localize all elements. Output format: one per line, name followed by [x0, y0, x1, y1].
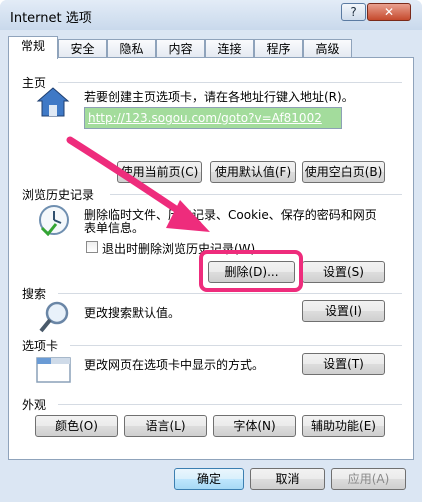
- title-bar: Internet 选项 ? ✕: [0, 0, 422, 30]
- colors-button[interactable]: 颜色(O): [35, 415, 118, 437]
- tabs-section-title: 选项卡: [22, 339, 59, 353]
- fonts-button[interactable]: 字体(N): [213, 415, 296, 437]
- tabs-settings-button[interactable]: 设置(T): [302, 353, 385, 375]
- search-description: 更改搜索默认值。: [84, 306, 181, 320]
- tabs-divider: [70, 345, 402, 346]
- tabs-description: 更改网页在选项卡中显示的方式。: [84, 358, 265, 372]
- close-icon: ✕: [383, 5, 395, 19]
- history-settings-button[interactable]: 设置(S): [302, 261, 385, 283]
- apply-button[interactable]: 应用(A): [331, 468, 406, 490]
- search-settings-button[interactable]: 设置(I): [302, 300, 385, 322]
- home-divider: [58, 82, 402, 83]
- history-icon: [39, 205, 69, 236]
- search-divider: [58, 293, 402, 294]
- home-description: 若要创建主页选项卡，请在各地址行键入地址(R)。: [84, 90, 354, 104]
- use-default-button[interactable]: 使用默认值(F): [210, 161, 296, 183]
- window-title: Internet 选项: [10, 11, 92, 26]
- use-blank-button[interactable]: 使用空白页(B): [302, 161, 385, 183]
- tab-advanced[interactable]: 高级: [303, 39, 352, 58]
- highlight-annotation: [199, 250, 303, 292]
- close-button[interactable]: ✕: [367, 3, 411, 21]
- languages-button[interactable]: 语言(L): [124, 415, 207, 437]
- history-section-title: 浏览历史记录: [22, 188, 95, 202]
- accessibility-button[interactable]: 辅助功能(E): [302, 415, 385, 437]
- home-icon: [36, 87, 70, 117]
- use-current-button[interactable]: 使用当前页(C): [117, 161, 202, 183]
- help-icon: ?: [350, 5, 357, 19]
- tab-privacy[interactable]: 隐私: [107, 39, 156, 58]
- history-divider: [110, 194, 402, 195]
- tab-programs[interactable]: 程序: [254, 39, 303, 58]
- tabs-icon: [36, 357, 71, 383]
- help-button[interactable]: ?: [341, 3, 366, 21]
- history-description-line2: 表单信息。: [84, 221, 145, 235]
- tab-security[interactable]: 安全: [58, 39, 107, 58]
- search-icon: [39, 301, 69, 333]
- cancel-button[interactable]: 取消: [250, 468, 325, 490]
- tab-connections[interactable]: 连接: [205, 39, 254, 58]
- ok-button[interactable]: 确定: [174, 468, 244, 490]
- internet-options-window: Internet 选项 ? ✕ 常规 安全 隐私 内容 连接 程序 高级 主页 …: [0, 0, 422, 502]
- home-url-input[interactable]: http://123.sogou.com/goto?v=Af81002: [84, 107, 342, 129]
- delete-on-exit-checkbox[interactable]: [86, 241, 98, 253]
- appearance-section-title: 外观: [22, 398, 47, 412]
- tab-strip: 常规 安全 隐私 内容 连接 程序 高级: [8, 36, 418, 59]
- tab-content[interactable]: 内容: [156, 39, 205, 58]
- tab-general[interactable]: 常规: [8, 36, 58, 59]
- appearance-divider: [58, 404, 402, 405]
